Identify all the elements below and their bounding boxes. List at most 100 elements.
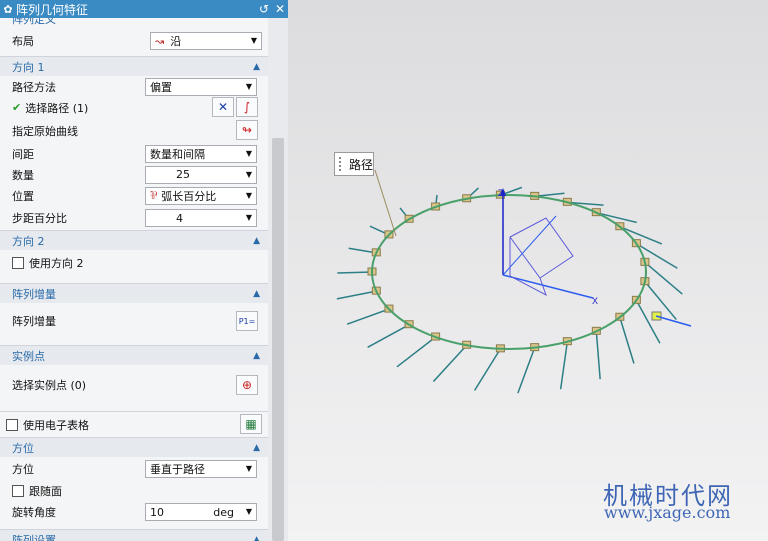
dialog-scrollbar[interactable] <box>268 18 288 541</box>
axis-z-label: Z <box>498 188 504 198</box>
instance-stem <box>635 299 661 344</box>
section-instance[interactable]: 实例点 ▲ <box>0 345 268 365</box>
close-icon[interactable]: ✕ <box>272 2 288 16</box>
section-increment-title: 阵列增量 <box>12 287 56 301</box>
callout-grip-icon <box>339 157 343 171</box>
chevron-down-icon: ▼ <box>245 190 252 200</box>
path-method-value: 偏置 <box>150 80 172 94</box>
section-orientation[interactable]: 方位 ▲ <box>0 437 268 457</box>
rotation-label: 旋转角度 <box>12 506 56 519</box>
chevron-up-icon: ▲ <box>253 235 260 246</box>
original-curve-icon[interactable]: ↬ <box>236 120 258 140</box>
orient-value: 垂直于路径 <box>150 463 205 476</box>
axis-x-label: X <box>592 296 598 306</box>
csys-frame <box>509 237 547 297</box>
callout-label: 路径 <box>349 157 374 172</box>
y-axis <box>502 215 557 276</box>
step-percent-label: 步距百分比 <box>12 212 67 225</box>
partial-section-title: 阵列定义 <box>12 18 56 26</box>
instance-stem <box>559 341 569 390</box>
chevron-down-icon: ▼ <box>245 464 252 473</box>
step-percent-row: 步距百分比 4 ▼ <box>0 206 268 230</box>
dialog-title: 阵列几何特征 <box>16 2 89 17</box>
use-dir2-label: 使用方向 2 <box>29 256 84 270</box>
chevron-down-icon: ▼ <box>245 213 252 222</box>
instance-stem <box>595 331 601 380</box>
orient-select[interactable]: 垂直于路径 ▼ <box>145 460 257 478</box>
reverse-direction-icon[interactable]: ✕ <box>212 97 234 117</box>
follow-face-checkbox[interactable] <box>12 484 24 497</box>
orient-label: 方位 <box>12 463 34 476</box>
position-select[interactable]: ⅌ 弧长百分比 ▼ <box>145 186 257 205</box>
step-percent-input[interactable]: 4 ▼ <box>145 209 257 227</box>
rotation-unit: deg <box>213 505 234 519</box>
instance-stem <box>367 324 410 348</box>
section-direction1[interactable]: 方向 1 ▲ <box>0 56 268 76</box>
select-path-label: 选择路径 (1) <box>25 101 89 115</box>
chevron-down-icon: ▼ <box>245 169 252 179</box>
watermark-url: www.jxage.com <box>604 503 731 522</box>
rotation-input[interactable]: 10 deg ▼ <box>145 503 257 521</box>
chevron-up-icon: ▲ <box>253 350 260 361</box>
reset-icon[interactable]: ↺ <box>256 2 272 16</box>
spreadsheet-checkbox[interactable] <box>6 418 18 431</box>
spacing-select[interactable]: 数量和间隔 ▼ <box>145 144 257 163</box>
path-callout[interactable]: 路径 <box>334 152 374 176</box>
callout-leader <box>374 169 397 237</box>
path-method-label: 路径方法 <box>12 80 56 94</box>
start-vector <box>655 315 692 327</box>
chevron-down-icon: ▼ <box>245 81 252 91</box>
layout-select[interactable]: ↝ 沿 ▼ <box>150 32 262 50</box>
orient-row: 方位 垂直于路径 ▼ <box>0 457 268 481</box>
instance-stem <box>432 344 468 383</box>
step-percent-value: 4 <box>176 211 183 225</box>
count-input[interactable]: 25 ▼ <box>145 165 257 184</box>
csys-plane <box>509 217 574 279</box>
instance-stem <box>336 290 377 300</box>
count-row: 数量 25 ▼ <box>0 164 268 185</box>
spacing-label: 间距 <box>12 147 34 161</box>
use-dir2-checkbox[interactable] <box>12 256 24 269</box>
model-canvas: Z X <box>336 169 692 394</box>
instance-stem <box>517 347 536 394</box>
chevron-down-icon: ▼ <box>250 36 257 45</box>
follow-face-row: 跟随面 <box>0 481 268 500</box>
point-select-icon[interactable]: ⊕ <box>236 375 258 395</box>
follow-face-label: 跟随面 <box>29 484 62 498</box>
instance-stem <box>337 271 373 274</box>
count-label: 数量 <box>12 168 34 182</box>
increment-label: 阵列增量 <box>12 315 56 328</box>
position-row: 位置 ⅌ 弧长百分比 ▼ <box>0 185 268 206</box>
spreadsheet-icon[interactable]: ▦ <box>240 414 262 434</box>
spreadsheet-row: 使用电子表格 ▦ <box>0 411 268 437</box>
graphics-viewport[interactable]: Z X <box>288 0 768 541</box>
chevron-up-icon: ▲ <box>253 442 260 453</box>
curve-select-icon[interactable]: ∫ <box>236 97 258 117</box>
partial-section-head: 阵列定义 <box>0 18 268 26</box>
instance-stem <box>619 317 635 364</box>
scrollbar-thumb[interactable] <box>272 138 284 541</box>
increment-table-icon[interactable]: P1= <box>236 311 258 331</box>
instance-stem <box>473 348 502 391</box>
section-direction2[interactable]: 方向 2 ▲ <box>0 230 268 250</box>
section-settings[interactable]: 阵列设置 ▲ <box>0 529 268 541</box>
position-value: 弧长百分比 <box>161 189 217 203</box>
gear-icon[interactable]: ✿ <box>0 3 16 16</box>
chevron-down-icon: ▼ <box>245 148 252 158</box>
dialog-body[interactable]: 阵列定义 布局 ↝ 沿 ▼ 方向 1 ▲ 路径方法 偏置 ▼ ✔ 选择路径 (1… <box>0 18 268 541</box>
specify-curve-label: 指定原始曲线 <box>12 124 78 138</box>
path-method-select[interactable]: 偏置 ▼ <box>145 77 257 96</box>
section-direction2-title: 方向 2 <box>12 234 45 248</box>
instance-stem <box>346 308 390 325</box>
section-increment[interactable]: 阵列增量 ▲ <box>0 283 268 303</box>
path-method-row: 路径方法 偏置 ▼ <box>0 76 268 97</box>
instance-stem <box>396 336 437 368</box>
path-curve <box>371 194 647 350</box>
specify-curve-row: 指定原始曲线 ↬ <box>0 118 268 143</box>
arc-percent-icon: ⅌ <box>150 189 158 202</box>
instance-row: 选择实例点 (0) ⊕ <box>0 365 268 405</box>
pattern-instances <box>336 186 683 394</box>
layout-label: 布局 <box>12 35 34 48</box>
count-value: 25 <box>176 168 190 181</box>
section-orientation-title: 方位 <box>12 441 34 455</box>
